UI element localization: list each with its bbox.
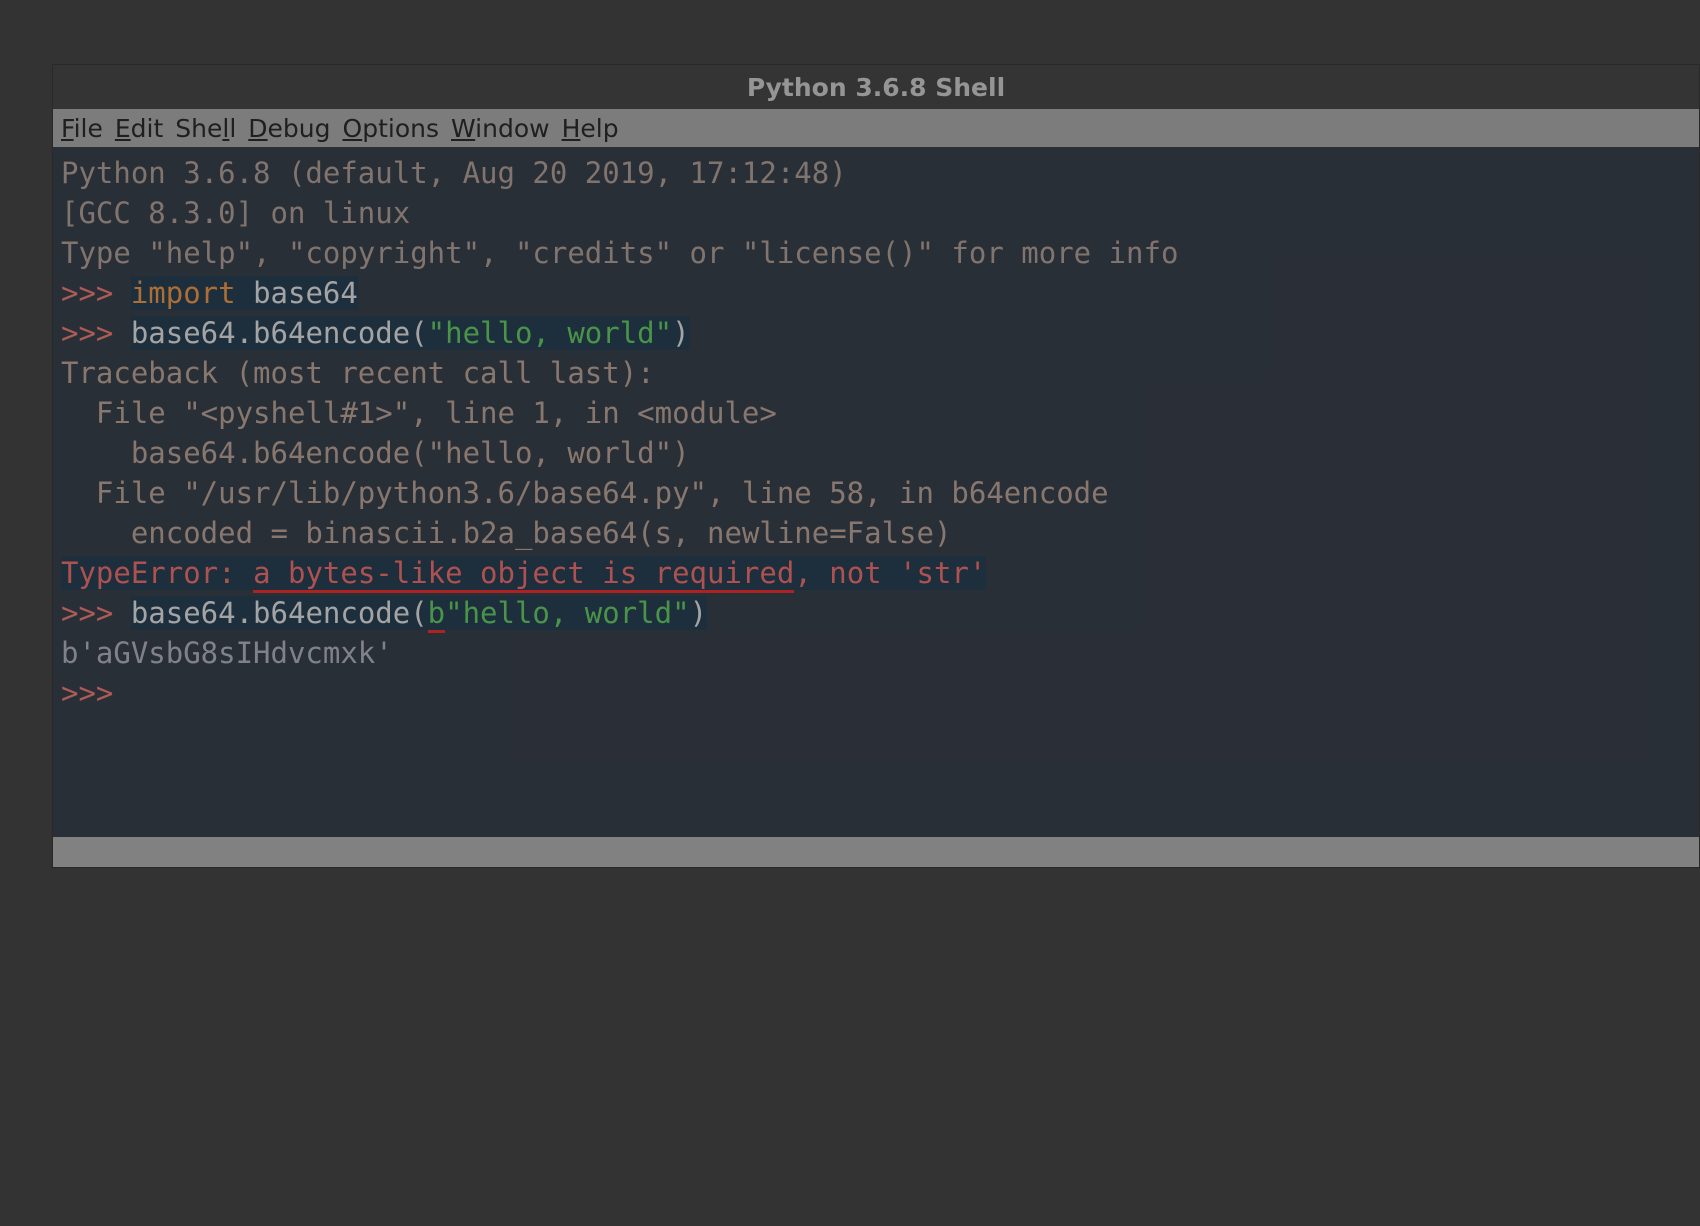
traceback-line: Traceback (most recent call last): [61,356,655,390]
bytes-prefix: b [428,596,445,633]
prompt: >>> [61,316,131,350]
traceback-line: File "<pyshell#1>", line 1, in <module> [61,396,777,430]
string-literal: "hello, world" [428,316,672,350]
traceback-line: base64.b64encode("hello, world") [61,436,690,470]
banner-line: Type "help", "copyright", "credits" or "… [61,236,1178,270]
traceback-line: encoded = binascii.b2a_base64(s, newline… [61,516,951,550]
keyword-import: import [131,276,236,310]
prompt: >>> [61,676,131,710]
banner-line: [GCC 8.3.0] on linux [61,196,410,230]
close-paren: ) [672,316,689,350]
error-message-underlined: a bytes-like object is required [253,556,794,593]
shell-output[interactable]: Python 3.6.8 (default, Aug 20 2019, 17:1… [53,147,1699,837]
window-title: Python 3.6.8 Shell [747,73,1005,102]
module-name: base64 [236,276,358,310]
menu-file[interactable]: File [61,114,103,143]
menu-debug[interactable]: Debug [248,114,330,143]
menu-shell[interactable]: Shell [175,114,236,143]
titlebar[interactable]: Python 3.6.8 Shell [53,65,1699,109]
banner-line: Python 3.6.8 (default, Aug 20 2019, 17:1… [61,156,864,190]
prompt: >>> [61,596,131,630]
statusbar [53,837,1699,867]
menu-edit[interactable]: Edit [115,114,163,143]
traceback-line: File "/usr/lib/python3.6/base64.py", lin… [61,476,1109,510]
call-text: base64.b64encode( [131,316,428,350]
result-output: b'aGVsbG8sIHdvcmxk' [61,636,393,670]
menubar: File Edit Shell Debug Options Window Hel… [53,109,1699,147]
menu-help[interactable]: Help [562,114,619,143]
call-text: base64.b64encode( [131,596,428,630]
error-tail: , not 'str' [794,556,986,590]
idle-window: Python 3.6.8 Shell File Edit Shell Debug… [52,64,1700,868]
string-literal: "hello, world" [445,596,689,630]
prompt: >>> [61,276,131,310]
error-type: TypeError: [61,556,253,590]
menu-options[interactable]: Options [343,114,439,143]
menu-window[interactable]: Window [451,114,550,143]
close-paren: ) [690,596,707,630]
